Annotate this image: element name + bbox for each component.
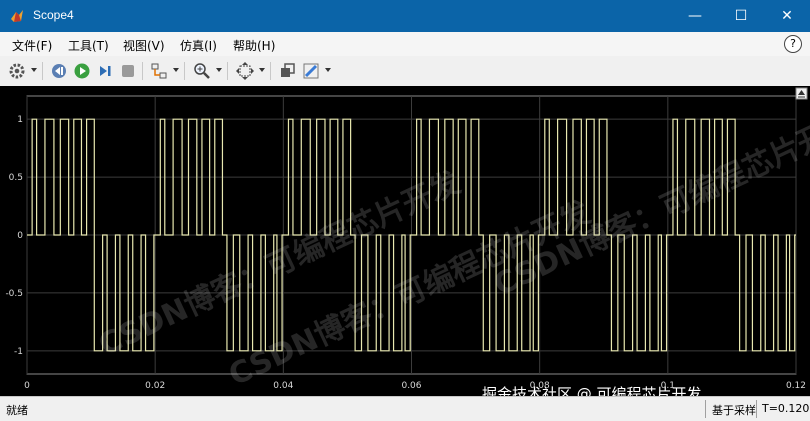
settings-dropdown-arrow-icon[interactable]	[31, 68, 37, 72]
status-bar: 就绪 基于采样 T=0.120	[0, 396, 810, 421]
restore-axes-icon[interactable]	[795, 87, 808, 100]
status-sampling-mode: 基于采样	[712, 404, 756, 417]
y-tick-label: 0.5	[9, 173, 23, 183]
status-divider	[756, 400, 757, 418]
style-icon[interactable]	[302, 62, 320, 80]
y-tick-label: -1	[14, 347, 23, 357]
menu-file[interactable]: 文件(F)	[12, 37, 52, 54]
step-forward-icon[interactable]	[96, 62, 114, 80]
y-tick-label: 0	[17, 231, 23, 241]
stop-icon[interactable]	[119, 62, 137, 80]
toolbar-separator	[270, 62, 271, 80]
toolbar-separator	[227, 62, 228, 80]
x-tick-label: 0	[24, 381, 30, 391]
x-tick-label: 0.02	[145, 381, 165, 391]
zoom-dropdown-arrow-icon[interactable]	[216, 68, 222, 72]
gear-icon[interactable]	[8, 62, 26, 80]
y-tick-label: -0.5	[5, 289, 23, 299]
menu-bar: 文件(F) 工具(T) 视图(V) 仿真(I) 帮助(H) ?	[0, 32, 810, 56]
y-tick-labels: 1 0.5 0 -0.5 -1	[5, 115, 23, 357]
menu-help[interactable]: 帮助(H)	[233, 37, 275, 54]
toolbar-separator	[184, 62, 185, 80]
status-ready-text: 就绪	[6, 404, 28, 417]
matlab-app-icon	[11, 10, 23, 22]
status-divider	[705, 400, 706, 418]
minimize-button[interactable]: —	[672, 0, 718, 32]
toolbar	[0, 56, 810, 87]
x-tick-label: 0.12	[786, 381, 806, 391]
toolbar-separator	[42, 62, 43, 80]
maximize-button[interactable]: ☐	[718, 0, 764, 32]
menu-tools[interactable]: 工具(T)	[68, 37, 109, 54]
menu-simulation[interactable]: 仿真(I)	[180, 37, 217, 54]
run-icon[interactable]	[73, 62, 91, 80]
scope-plot[interactable]: 10.50-0.5-1 0 0.02 0.04 0.06 0.08 0.1 0.12 CSD…	[0, 86, 810, 396]
status-time: T=0.120	[762, 402, 810, 415]
layout-icon[interactable]	[279, 62, 297, 80]
scope-plot-area[interactable]: 1 0.5 0 -0.5 -1 0 0.02 0.04 0.06 0.08 0.1 0.12 CSD…	[0, 86, 810, 396]
help-badge-icon[interactable]: ?	[784, 35, 802, 53]
toolbar-separator	[142, 62, 143, 80]
title-bar: Scope4 — ☐ ✕	[0, 0, 810, 32]
close-button[interactable]: ✕	[764, 0, 810, 32]
x-tick-label: 0.06	[401, 381, 421, 391]
fit-axes-icon[interactable]	[236, 62, 254, 80]
style-dropdown-arrow-icon[interactable]	[325, 68, 331, 72]
y-tick-label: 1	[17, 115, 23, 125]
highlight-dropdown-arrow-icon[interactable]	[173, 68, 179, 72]
highlight-block-icon[interactable]	[150, 62, 168, 80]
fit-dropdown-arrow-icon[interactable]	[259, 68, 265, 72]
x-tick-label: 0.04	[273, 381, 293, 391]
step-back-icon[interactable]	[50, 62, 68, 80]
menu-view[interactable]: 视图(V)	[123, 37, 165, 54]
window-title: Scope4	[33, 8, 74, 22]
zoom-in-icon[interactable]	[193, 62, 211, 80]
